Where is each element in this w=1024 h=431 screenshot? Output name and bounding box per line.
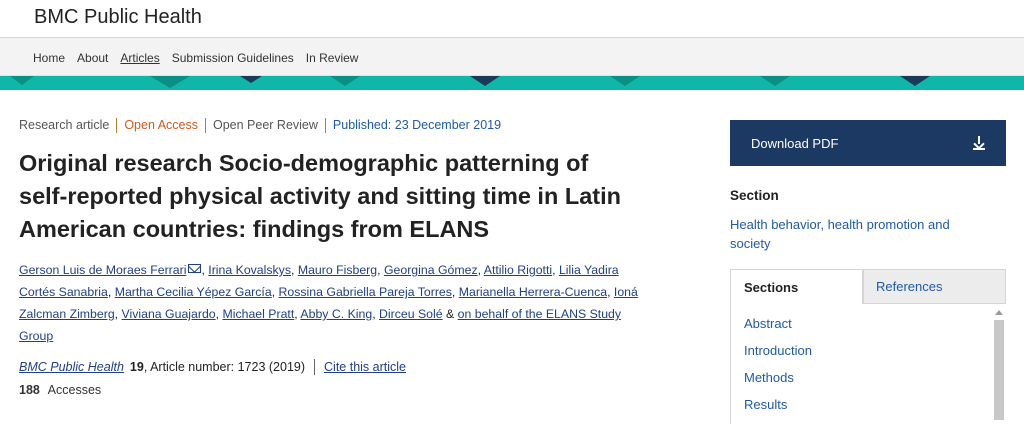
download-icon	[972, 135, 986, 151]
journal-title[interactable]: BMC Public Health	[34, 6, 202, 29]
author-ampersand: &	[446, 307, 455, 321]
article-meta: Research article Open Access Open Peer R…	[19, 118, 639, 133]
author-link[interactable]: Abby C. King	[300, 307, 372, 321]
published-date[interactable]: Published: 23 December 2019	[324, 118, 508, 133]
author-link[interactable]: Attilio Rigotti	[484, 263, 552, 277]
article-header: Research article Open Access Open Peer R…	[19, 118, 639, 397]
author-link[interactable]: Mauro Fisberg	[298, 263, 377, 277]
citation-volume: 19	[129, 360, 144, 374]
nav-list: Home About Articles Submission Guidelines In…	[33, 51, 370, 65]
author-list: Gerson Luis de Moraes Ferrari, Irina Kov…	[19, 263, 638, 343]
author-link[interactable]: Martha Cecilia Yépez García	[115, 285, 272, 299]
sections-list: Abstract Introduction Methods Results	[731, 304, 1006, 424]
section-item-introduction[interactable]: Introduction	[744, 343, 1006, 370]
author-link[interactable]: Viviana Guajardo	[122, 307, 216, 321]
main-nav: Home About Articles Submission Guidelines In…	[0, 38, 1024, 76]
article-title: Original research Socio-demographic patt…	[19, 150, 621, 242]
masthead: BMC Public Health	[0, 0, 1024, 38]
article-type: Research article	[19, 118, 110, 132]
section-item-methods[interactable]: Methods	[744, 370, 1006, 397]
scroll-thumb[interactable]	[994, 320, 1004, 420]
tab-sections[interactable]: Sections	[730, 269, 863, 304]
citation-article-number: , Article number: 1723 (2019)	[143, 360, 306, 374]
author-link[interactable]: Marianella Herrera-Cuenca	[459, 285, 607, 299]
section-item-abstract[interactable]: Abstract	[744, 316, 1006, 343]
citation-journal-link[interactable]: BMC Public Health	[19, 360, 124, 374]
nav-item-submission-guidelines[interactable]: Submission Guidelines	[172, 51, 294, 65]
peer-review-label: Open Peer Review	[204, 118, 325, 133]
author-link[interactable]: Irina Kovalskys	[208, 263, 291, 277]
author-link[interactable]: Dirceu Solé	[379, 307, 443, 321]
decorative-band	[0, 76, 1024, 90]
section-heading: Section	[730, 188, 779, 203]
author-link[interactable]: Gerson Luis de Moraes Ferrari	[19, 263, 186, 277]
accesses-label: Accesses	[47, 383, 102, 397]
sections-scrollbar[interactable]	[994, 310, 1004, 430]
nav-item-in-review[interactable]: In Review	[306, 51, 359, 65]
citation-line: BMC Public Health 19 , Article number: 1…	[19, 359, 639, 375]
section-item-results[interactable]: Results	[744, 397, 1006, 424]
section-link[interactable]: Health behavior, health promotion and so…	[730, 215, 980, 253]
nav-item-articles[interactable]: Articles	[120, 51, 159, 65]
tab-references[interactable]: References	[863, 269, 1006, 304]
open-access-badge: Open Access	[116, 118, 205, 133]
accesses-metric: 188 Accesses	[19, 383, 639, 397]
author-link[interactable]: Michael Pratt	[222, 307, 294, 321]
nav-item-about[interactable]: About	[77, 51, 108, 65]
sidebar-tabs: Sections References	[730, 269, 1006, 304]
download-pdf-button[interactable]: Download PDF	[730, 120, 1006, 166]
scroll-up-icon[interactable]	[995, 310, 1003, 315]
cite-article-link[interactable]: Cite this article	[324, 360, 406, 374]
download-pdf-label: Download PDF	[751, 135, 839, 151]
band-pattern	[0, 76, 1024, 90]
sidebar: Download PDF Section Health behavior, he…	[730, 120, 1006, 424]
accesses-count: 188	[19, 383, 40, 397]
author-link[interactable]: Rossina Gabriella Pareja Torres	[279, 285, 452, 299]
nav-item-home[interactable]: Home	[33, 51, 65, 65]
citation-divider	[314, 359, 316, 375]
author-link[interactable]: Georgina Gómez	[384, 263, 478, 277]
email-icon[interactable]	[188, 264, 202, 273]
sections-panel: Abstract Introduction Methods Results	[730, 304, 1006, 424]
